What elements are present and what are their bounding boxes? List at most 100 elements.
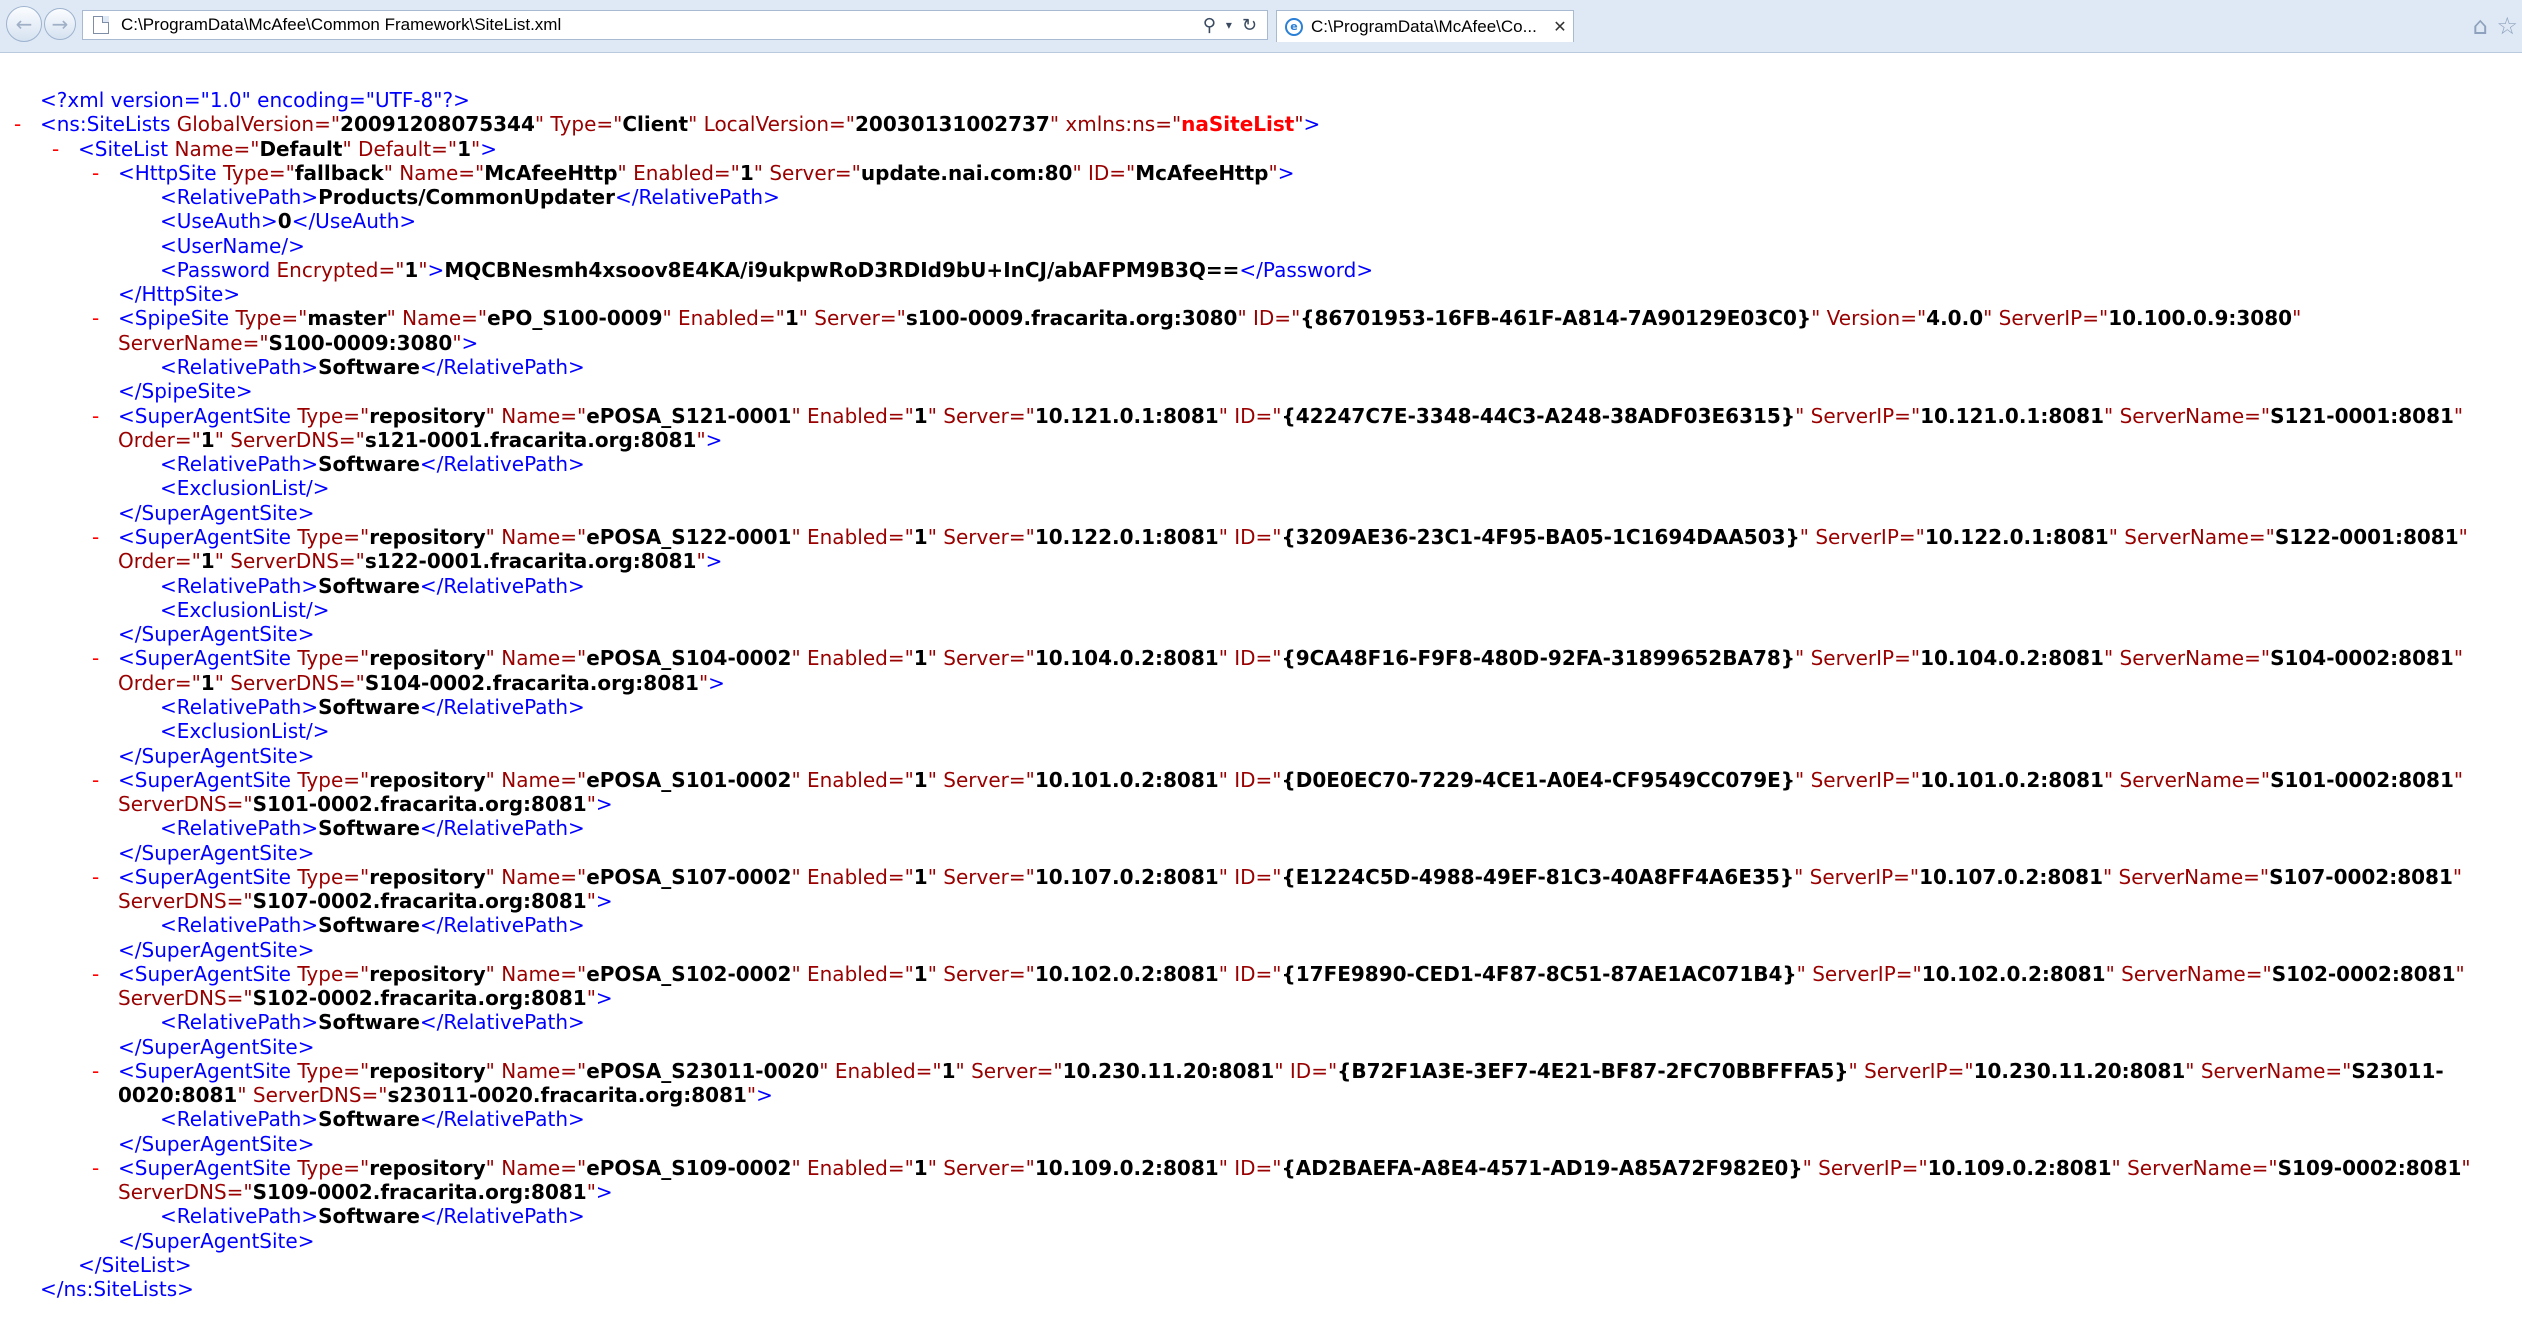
xml-tag: <SuperAgentSite [118,865,298,889]
address-bar[interactable]: C:\ProgramData\McAfee\Common Framework\S… [82,10,1268,40]
collapse-toggle[interactable]: - [92,306,99,330]
collapse-toggle[interactable]: - [92,161,99,185]
xml-attribute-name: " ServerIP=" [1983,306,2109,330]
xml-attribute-value: 10.230.11.20:8081 [1062,1059,1275,1083]
xml-attribute-name: " Enabled=" [791,1156,914,1180]
xml-line: </SiteList> [78,1253,192,1277]
xml-attribute-name: " [586,792,596,816]
xml-attribute-name: " Server=" [753,161,861,185]
collapse-toggle[interactable]: - [92,1059,99,1083]
collapse-toggle[interactable]: - [92,646,99,670]
collapse-toggle[interactable]: - [92,865,99,889]
xml-tag: > [595,1180,613,1204]
refresh-icon[interactable]: ↻ [1242,15,1257,36]
xml-attribute-name: " xmlns:ns=" [1049,112,1182,136]
star-icon[interactable]: ☆ [2496,12,2518,40]
xml-line: ServerDNS="S107-0002.fracarita.org:8081"… [118,889,613,913]
xml-line: 0020:8081" ServerDNS="s23011-0020.fracar… [118,1083,773,1107]
xml-attribute-value: ePOSA_S102-0002 [586,962,792,986]
xml-attribute-name: " [2453,646,2464,670]
xml-tag: > [595,986,613,1010]
xml-attribute-name: " Server=" [798,306,906,330]
xml-tag: <Password [160,258,277,282]
xml-tag: <SiteList [78,137,175,161]
xml-tag: <RelativePath> [160,1107,319,1131]
xml-tag: <SuperAgentSite [118,768,298,792]
xml-attribute-name: " Enabled=" [617,161,740,185]
xml-tag: </SuperAgentSite> [118,1229,315,1253]
xml-attribute-name: " Name=" [485,865,587,889]
xml-attribute-name: " [2458,525,2468,549]
browser-tab[interactable]: e C:\ProgramData\McAfee\Co... ✕ [1276,10,1574,42]
xml-attribute-value: ePOSA_S109-0002 [586,1156,792,1180]
xml-attribute-value: 10.102.0.2:8081 [1921,962,2106,986]
xml-tag: <HttpSite [118,161,223,185]
xml-attribute-value: 20091208075344 [340,112,535,136]
xml-attribute-name: " ServerIP=" [1848,1059,1974,1083]
xml-line: </SuperAgentSite> [118,501,314,525]
xml-tag: </RelativePath> [419,355,585,379]
xml-attribute-value: S122-0001:8081 [2274,525,2459,549]
xml-attribute-name: Type=" [297,962,370,986]
xml-line: ServerDNS="S109-0002.fracarita.org:8081"… [118,1180,613,1204]
xml-tag: <UseAuth> [160,209,278,233]
xml-line: <SuperAgentSite Type="repository" Name="… [118,404,2463,428]
collapse-toggle[interactable]: - [92,1156,99,1180]
xml-attribute-name: " Name=" [485,1059,587,1083]
xml-attribute-name: Type=" [235,306,308,330]
xml-line: Order="1" ServerDNS="S104-0002.fracarita… [118,671,725,695]
xml-attribute-name: " ServerName=" [2103,865,2270,889]
collapse-toggle[interactable]: - [52,137,59,161]
close-tab-icon[interactable]: ✕ [1547,17,1573,36]
xml-tag: > [595,792,613,816]
collapse-toggle[interactable]: - [92,404,99,428]
xml-attribute-value: 10.122.0.1:8081 [1034,525,1219,549]
xml-line: <SuperAgentSite Type="repository" Name="… [118,962,2465,986]
dropdown-icon[interactable]: ▾ [1226,18,1232,32]
xml-attribute-value: {D0E0EC70-7229-4CE1-A0E4-CF9549CC079E} [1281,768,1796,792]
address-text[interactable]: C:\ProgramData\McAfee\Common Framework\S… [121,15,1203,35]
xml-attribute-name: " ID=" [1218,646,1282,670]
xml-attribute-value: S101-0002:8081 [2270,768,2454,792]
xml-line: <RelativePath>Software</RelativePath> [160,574,585,598]
forward-button[interactable]: → [44,8,76,40]
xml-attribute-value: 10.121.0.1:8081 [1920,404,2105,428]
xml-attribute-value: 1 [913,865,928,889]
xml-declaration: <?xml version="1.0" encoding="UTF-8"?> [40,88,470,112]
collapse-toggle[interactable]: - [92,525,99,549]
xml-attribute-name: " [1294,112,1304,136]
ie-logo-icon: e [1285,17,1303,36]
xml-attribute-value: s23011-0020.fracarita.org:8081 [387,1083,747,1107]
collapse-toggle[interactable]: - [92,768,99,792]
xml-line: <RelativePath>Software</RelativePath> [160,816,585,840]
xml-attribute-name: Name=" [174,137,260,161]
search-icon[interactable]: ⚲ [1203,15,1216,36]
xml-tag: <RelativePath> [160,452,319,476]
xml-attribute-value: 4.0.0 [1926,306,1984,330]
home-icon[interactable]: ⌂ [2473,12,2488,40]
xml-attribute-name: " Enabled=" [791,768,914,792]
xml-attribute-value: 0020:8081 [118,1083,238,1107]
xml-attribute-name: " ServerName=" [2105,962,2272,986]
xml-attribute-name: " Default=" [342,137,458,161]
xml-attribute-value: 10.102.0.2:8081 [1034,962,1219,986]
xml-tag: <UserName/> [160,234,305,258]
collapse-toggle[interactable]: - [92,962,99,986]
xml-text-content: Software [318,1010,420,1034]
xml-line: </SuperAgentSite> [118,938,314,962]
xml-attribute-name: ServerDNS=" [118,986,253,1010]
xml-attribute-value: S107-0002:8081 [2269,865,2453,889]
xml-line: <SuperAgentSite Type="repository" Name="… [118,1156,2471,1180]
xml-attribute-value: 10.109.0.2:8081 [1034,1156,1219,1180]
back-button[interactable]: ← [6,6,42,42]
xml-attribute-name: " ServerName=" [2111,1156,2278,1180]
collapse-toggle[interactable]: - [14,112,21,136]
xml-attribute-value: repository [369,525,486,549]
xml-attribute-name: " Name=" [485,404,587,428]
xml-attribute-value: {E1224C5D-4988-49EF-81C3-40A8FF4A6E35} [1281,865,1795,889]
xml-attribute-value: 1 [200,671,215,695]
xml-text-content: Software [318,574,420,598]
xml-attribute-name: " [2452,865,2463,889]
xml-attribute-value: ePOSA_S101-0002 [586,768,792,792]
xml-attribute-name: " ServerIP=" [1795,646,1921,670]
